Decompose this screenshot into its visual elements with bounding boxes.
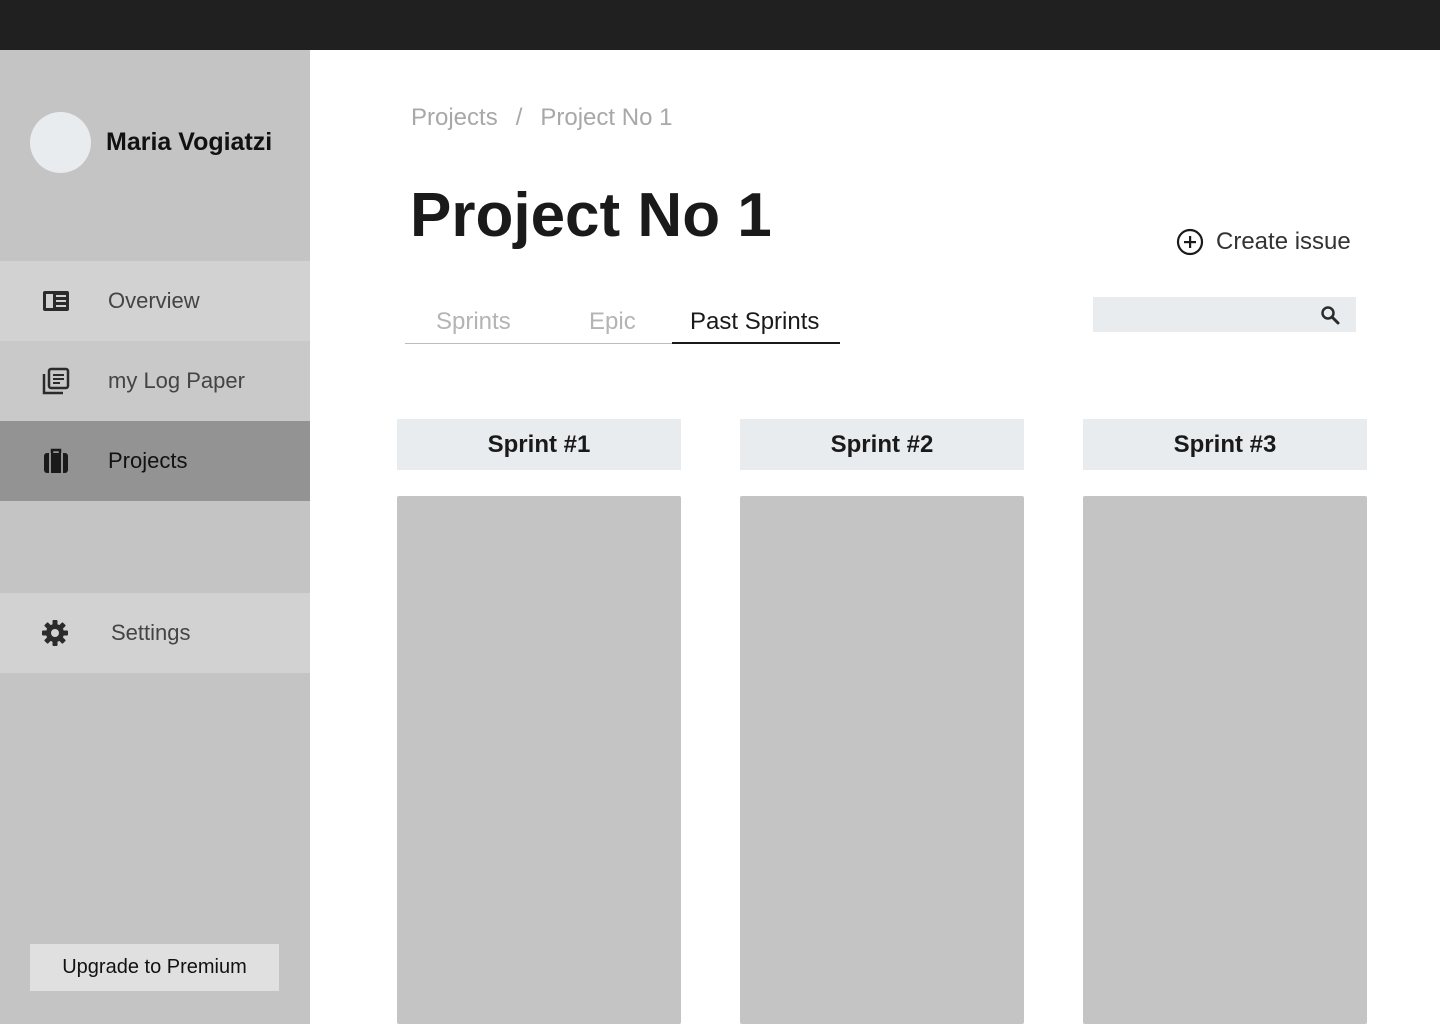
plus-circle-icon — [1176, 228, 1204, 256]
tab-epic[interactable]: Epic — [589, 308, 636, 336]
sprint-column: Sprint #3 — [1083, 419, 1367, 1024]
sprint-header[interactable]: Sprint #2 — [740, 419, 1024, 470]
breadcrumb-separator: / — [515, 104, 523, 131]
tab-bar: Sprints Epic Past Sprints — [405, 300, 840, 344]
search-icon[interactable] — [1320, 305, 1340, 325]
breadcrumb: Projects / Project No 1 — [411, 104, 672, 132]
sprint-column: Sprint #1 — [397, 419, 681, 1024]
user-name: Maria Vogiatzi — [106, 128, 273, 156]
create-issue-button[interactable]: Create issue — [1176, 228, 1351, 256]
sprint-header[interactable]: Sprint #3 — [1083, 419, 1367, 470]
sidebar-item-label: Overview — [108, 288, 200, 313]
search-input[interactable] — [1093, 297, 1313, 332]
tab-sprints[interactable]: Sprints — [436, 308, 511, 336]
sprint-header[interactable]: Sprint #1 — [397, 419, 681, 470]
sidebar-item-label: Projects — [108, 448, 188, 473]
sprint-card-area[interactable] — [1083, 496, 1367, 1024]
sidebar-item-label: my Log Paper — [108, 368, 245, 393]
sidebar-item-overview[interactable]: Overview — [0, 261, 310, 341]
overview-icon — [41, 286, 71, 316]
briefcase-icon — [41, 446, 71, 476]
log-paper-icon — [41, 366, 71, 396]
upgrade-button[interactable]: Upgrade to Premium — [30, 944, 279, 991]
avatar[interactable] — [30, 112, 91, 173]
sprint-column: Sprint #2 — [740, 419, 1024, 1024]
sidebar-item-projects[interactable]: Projects — [0, 421, 310, 501]
breadcrumb-projects-link[interactable]: Projects — [411, 104, 498, 131]
sprint-card-area[interactable] — [397, 496, 681, 1024]
user-profile[interactable]: Maria Vogiatzi — [30, 112, 272, 173]
search-box — [1093, 297, 1356, 332]
create-issue-label: Create issue — [1216, 228, 1351, 255]
sprint-card-area[interactable] — [740, 496, 1024, 1024]
breadcrumb-current: Project No 1 — [540, 104, 673, 131]
page-title: Project No 1 — [410, 181, 772, 250]
tab-past-sprints[interactable]: Past Sprints — [690, 308, 819, 336]
sidebar-item-settings[interactable]: Settings — [0, 593, 310, 673]
sidebar-item-log-paper[interactable]: my Log Paper — [0, 341, 310, 421]
gear-icon — [40, 618, 70, 648]
sidebar: Maria Vogiatzi Overview my Log Paper Pro… — [0, 50, 310, 1024]
sidebar-item-label: Settings — [111, 620, 191, 645]
top-bar — [0, 0, 1440, 50]
active-tab-indicator — [672, 342, 840, 344]
